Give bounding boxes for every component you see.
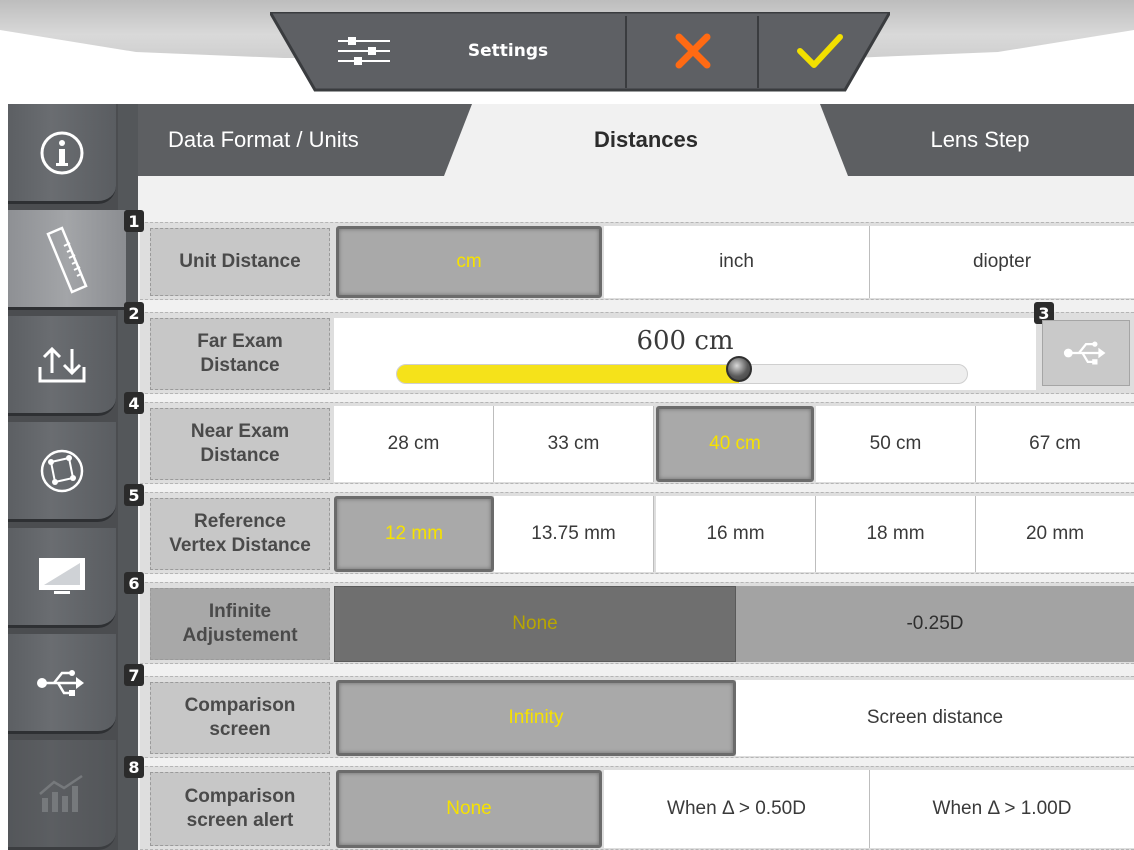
option-50cm[interactable]: 50 cm — [816, 406, 976, 482]
label-line: Vertex Distance — [169, 535, 311, 556]
slider-thumb[interactable] — [726, 356, 753, 382]
row-badge: 1 — [124, 210, 144, 232]
label-line: Distance — [200, 445, 280, 466]
option-33cm[interactable]: 33 cm — [494, 406, 654, 482]
label-line: Far Exam — [197, 331, 283, 353]
row-badge: 8 — [124, 756, 144, 778]
confirm-button[interactable] — [760, 18, 880, 84]
far-exam-distance-label: Far Exam Distance — [150, 318, 330, 390]
option-20mm[interactable]: 20 mm — [976, 496, 1134, 572]
globe-network-icon — [40, 449, 84, 492]
option-alert-050d[interactable]: When Δ > 0.50D — [604, 770, 870, 848]
label-line: Near Exam — [190, 421, 290, 443]
chart-icon — [39, 774, 83, 812]
usb-button[interactable] — [1042, 320, 1130, 386]
option-alert-100d[interactable]: When Δ > 1.00D — [870, 770, 1134, 848]
nav-item-distances[interactable] — [8, 210, 126, 310]
option-none[interactable]: None — [334, 586, 736, 662]
import-export-icon — [38, 346, 86, 382]
nav-item-import-export[interactable] — [8, 316, 116, 416]
label-line: Distance — [200, 355, 280, 376]
label-line: Adjustement — [182, 625, 298, 646]
check-icon — [797, 34, 843, 68]
label-line: Reference — [194, 511, 286, 533]
option-67cm[interactable]: 67 cm — [976, 406, 1134, 482]
nav-item-usb[interactable] — [8, 634, 116, 734]
nav-item-info[interactable] — [8, 104, 116, 204]
slider-fill — [397, 365, 739, 383]
row-badge: 5 — [124, 484, 144, 506]
sliders-icon — [338, 37, 390, 65]
far-exam-value: 600 cm — [636, 326, 734, 356]
tab-content-header — [138, 176, 1134, 206]
row-badge: 4 — [124, 392, 144, 414]
comparison-screen-label: Comparison screen — [150, 682, 330, 754]
settings-button[interactable]: Settings — [326, 18, 626, 84]
cancel-button[interactable] — [628, 18, 758, 84]
option-inch[interactable]: inch — [604, 226, 870, 298]
monitor-icon — [39, 557, 85, 594]
option-cm[interactable]: cm — [336, 226, 602, 298]
usb-icon — [1063, 341, 1106, 365]
option-minus-025d[interactable]: -0.25D — [736, 586, 1134, 662]
comparison-screen-alert-label: Comparison screen alert — [150, 772, 330, 846]
option-18mm[interactable]: 18 mm — [816, 496, 976, 572]
row-badge: 2 — [124, 302, 144, 324]
tab-distances[interactable]: Distances — [444, 104, 848, 176]
option-28cm[interactable]: 28 cm — [334, 406, 494, 482]
label-line: Comparison — [184, 786, 296, 808]
unit-distance-label: Unit Distance — [150, 228, 330, 296]
vertex-distance-label: Reference Vertex Distance — [150, 498, 330, 570]
tab-lens-step[interactable]: Lens Step — [880, 104, 1080, 176]
option-diopter[interactable]: diopter — [870, 226, 1134, 298]
ruler-icon — [46, 225, 88, 294]
row-badge: 6 — [124, 572, 144, 594]
nav-item-statistics[interactable] — [8, 740, 116, 850]
top-toolbar: Settings — [270, 12, 890, 94]
option-12mm[interactable]: 12 mm — [334, 496, 494, 572]
nav-item-display[interactable] — [8, 528, 116, 628]
infinite-adjustement-label: Infinite Adjustement — [150, 588, 330, 660]
option-screen-distance[interactable]: Screen distance — [736, 680, 1134, 756]
far-exam-slider-panel: 600 cm — [334, 318, 1036, 390]
label-line: Infinite — [208, 601, 272, 623]
settings-label: Settings — [467, 41, 549, 61]
label-line: Comparison — [184, 695, 296, 717]
tab-data-format-units[interactable]: Data Format / Units — [150, 104, 450, 176]
near-exam-distance-label: Near Exam Distance — [150, 408, 330, 480]
label-line: screen alert — [186, 810, 294, 831]
option-16mm[interactable]: 16 mm — [656, 496, 816, 572]
option-40cm[interactable]: 40 cm — [656, 406, 814, 482]
usb-icon — [37, 669, 84, 696]
info-icon — [40, 131, 84, 174]
nav-item-network[interactable] — [8, 422, 116, 522]
label-line: screen — [209, 719, 271, 740]
slider-track[interactable] — [396, 364, 968, 384]
x-icon — [675, 33, 711, 69]
row-badge: 7 — [124, 664, 144, 686]
option-infinity[interactable]: Infinity — [336, 680, 736, 756]
option-alert-none[interactable]: None — [336, 770, 602, 848]
option-13-75mm[interactable]: 13.75 mm — [494, 496, 654, 572]
